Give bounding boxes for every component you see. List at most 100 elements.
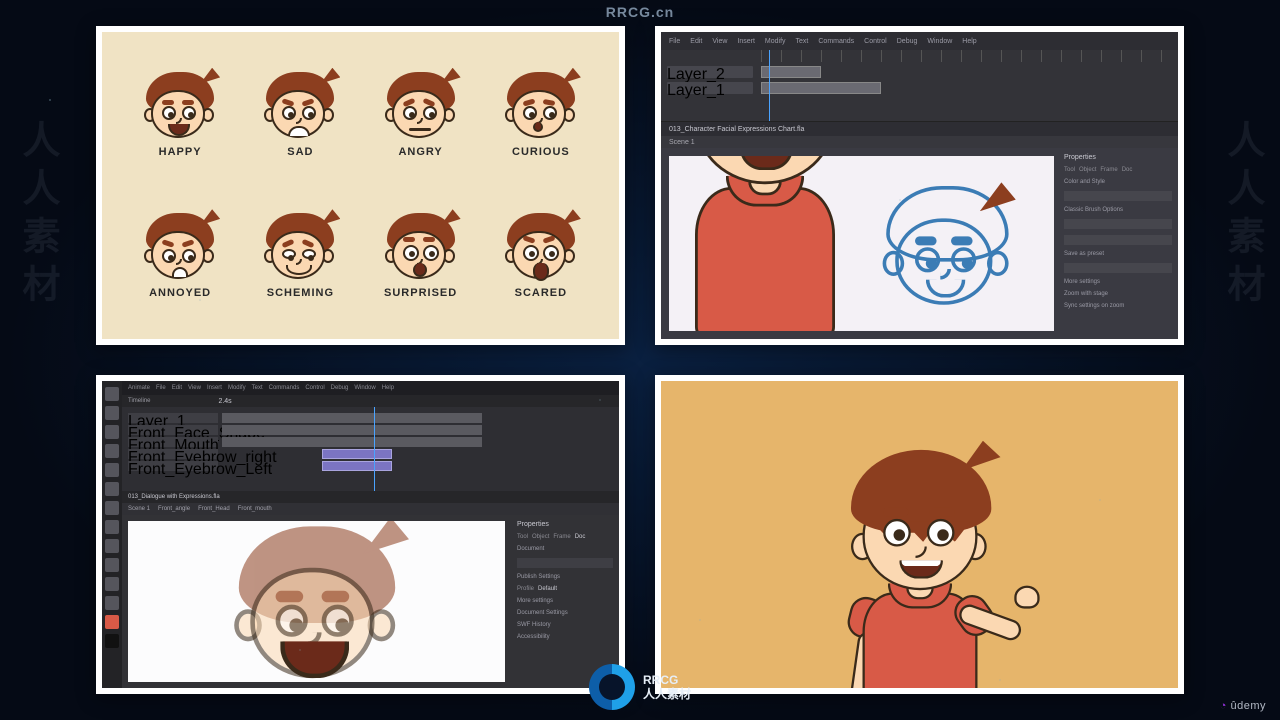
profile-value[interactable]: Default (538, 586, 557, 592)
properties-tab[interactable]: Doc (575, 534, 586, 540)
more-settings-link[interactable]: More settings (1064, 279, 1172, 285)
color-swatch-row[interactable] (1064, 191, 1172, 201)
properties-tab[interactable]: Object (532, 534, 549, 540)
paintbucket-tool-icon[interactable] (105, 520, 119, 534)
menu-item[interactable]: Insert (207, 385, 222, 391)
scene-breadcrumb[interactable]: Scene 1 (669, 139, 695, 146)
menu-item[interactable]: File (669, 38, 680, 45)
menu-item[interactable]: Help (962, 38, 976, 45)
brand-logo: R RRCG 人人素材 (589, 664, 691, 710)
breadcrumb-item[interactable]: Front_Head (198, 506, 230, 512)
properties-tab[interactable]: Tool (517, 534, 528, 540)
menu-item[interactable]: Text (252, 385, 263, 391)
menu-item[interactable]: View (712, 38, 727, 45)
expression-label: HAPPY (142, 146, 218, 158)
stage-canvas[interactable] (669, 156, 1054, 331)
publish-settings-section[interactable]: Publish Settings (517, 574, 613, 580)
save-preset-link[interactable]: Save as preset (1064, 251, 1172, 257)
app-menubar[interactable]: Animate File Edit View Insert Modify Tex… (122, 381, 619, 395)
panel-grid: HAPPY SAD ANGRY CURIOUS ANNOYED SCH (96, 26, 1184, 694)
menu-item[interactable]: Control (305, 385, 324, 391)
menu-item[interactable]: Text (796, 38, 809, 45)
checkbox-zoom-stage[interactable]: Zoom with stage (1064, 291, 1172, 297)
section-color-style: Color and Style (1064, 179, 1172, 185)
eyedropper-tool-icon[interactable] (105, 539, 119, 553)
expression-label: SAD (262, 146, 338, 158)
menu-item[interactable]: File (156, 385, 166, 391)
breadcrumb-item[interactable]: Front_mouth (238, 506, 272, 512)
keyframe-span[interactable] (322, 461, 392, 471)
document-tab[interactable]: 013_Character Facial Expressions Chart.f… (669, 126, 804, 133)
menu-item[interactable]: Debug (331, 385, 349, 391)
menu-item[interactable]: View (188, 385, 201, 391)
selection-tool-icon[interactable] (105, 387, 119, 401)
tools-panel[interactable] (102, 381, 122, 688)
checkbox-sync-settings[interactable]: Sync settings on zoom (1064, 303, 1172, 309)
timeline-layer[interactable]: Layer_2 (667, 66, 753, 78)
properties-panel[interactable]: Properties Tool Object Frame Doc Color a… (1058, 148, 1178, 339)
properties-tab[interactable]: Frame (553, 534, 570, 540)
timeline-frame-span[interactable] (761, 66, 821, 78)
watermark-side-left: 人人素材 (10, 120, 65, 312)
playhead[interactable] (374, 407, 375, 491)
menu-item[interactable]: Window (927, 38, 952, 45)
platform-watermark: ûdemy (1220, 700, 1266, 712)
expression-happy: HAPPY (142, 72, 218, 158)
properties-tab[interactable]: Tool (1064, 167, 1075, 173)
timeline-layer[interactable]: Front_Eyebrow_Left (128, 461, 218, 471)
rectangle-tool-icon[interactable] (105, 482, 119, 496)
brush-tool-icon[interactable] (105, 501, 119, 515)
menu-item[interactable]: Help (382, 385, 394, 391)
menu-item[interactable]: Edit (172, 385, 182, 391)
app-menubar[interactable]: File Edit View Insert Modify Text Comman… (661, 32, 1178, 50)
swf-history-section[interactable]: SWF History (517, 622, 613, 628)
timeline-panel[interactable]: Layer_1 Front_Face_Shape Front_Mouth Fro… (122, 407, 619, 491)
menu-item[interactable]: Control (864, 38, 887, 45)
menu-item[interactable]: Window (354, 385, 375, 391)
eraser-tool-icon[interactable] (105, 558, 119, 572)
menu-item[interactable]: Modify (765, 38, 786, 45)
properties-tab[interactable]: Doc (1122, 167, 1133, 173)
timeline-layer[interactable]: Front_Eyebrow_right (128, 449, 218, 459)
brand-sub-text: 人人素材 (643, 687, 691, 701)
stroke-swatch-icon[interactable] (105, 634, 119, 648)
more-settings-link[interactable]: More settings (517, 598, 613, 604)
expression-label: ANNOYED (142, 287, 218, 299)
text-tool-icon[interactable] (105, 463, 119, 477)
menu-item[interactable]: Commands (818, 38, 854, 45)
timeline-frame-span[interactable] (761, 82, 881, 94)
breadcrumb-item[interactable]: Front_angle (158, 506, 190, 512)
timeline-layer[interactable]: Front_Mouth (128, 437, 218, 447)
stage-canvas[interactable] (128, 521, 505, 682)
transform-tool-icon[interactable] (105, 425, 119, 439)
expression-row-1: HAPPY SAD ANGRY CURIOUS (120, 72, 601, 158)
hand-tool-icon[interactable] (105, 577, 119, 591)
properties-panel[interactable]: Properties Tool Object Frame Doc Documen… (511, 515, 619, 688)
timeline-layer[interactable]: Front_Face_Shape (128, 425, 218, 435)
menu-item[interactable]: Animate (128, 385, 150, 391)
properties-tab[interactable]: Frame (1100, 167, 1117, 173)
lasso-tool-icon[interactable] (105, 406, 119, 420)
document-settings-section[interactable]: Document Settings (517, 610, 613, 616)
breadcrumb-scene[interactable]: Scene 1 (128, 506, 150, 512)
zoom-tool-icon[interactable] (105, 596, 119, 610)
fill-swatch-icon[interactable] (105, 615, 119, 629)
menu-item[interactable]: Commands (269, 385, 300, 391)
document-tab[interactable]: 013_Dialogue with Expressions.fla (128, 494, 220, 500)
timeline-panel[interactable]: Layer_2 Layer_1 (661, 50, 1178, 122)
expression-label: SCARED (503, 287, 579, 299)
character-head-edit (229, 526, 404, 682)
menu-item[interactable]: Debug (897, 38, 918, 45)
menu-item[interactable]: Modify (228, 385, 246, 391)
timeline-ruler[interactable] (761, 50, 1178, 62)
menu-item[interactable]: Edit (690, 38, 702, 45)
accessibility-section[interactable]: Accessibility (517, 634, 613, 640)
menu-item[interactable]: Insert (737, 38, 755, 45)
expression-label: SCHEMING (262, 287, 338, 299)
playhead[interactable] (769, 50, 770, 121)
properties-tab[interactable]: Object (1079, 167, 1096, 173)
keyframe-span[interactable] (322, 449, 392, 459)
timeline-layer[interactable]: Layer_1 (667, 82, 753, 94)
pen-tool-icon[interactable] (105, 444, 119, 458)
timeline-layer[interactable]: Layer_1 (128, 413, 218, 423)
